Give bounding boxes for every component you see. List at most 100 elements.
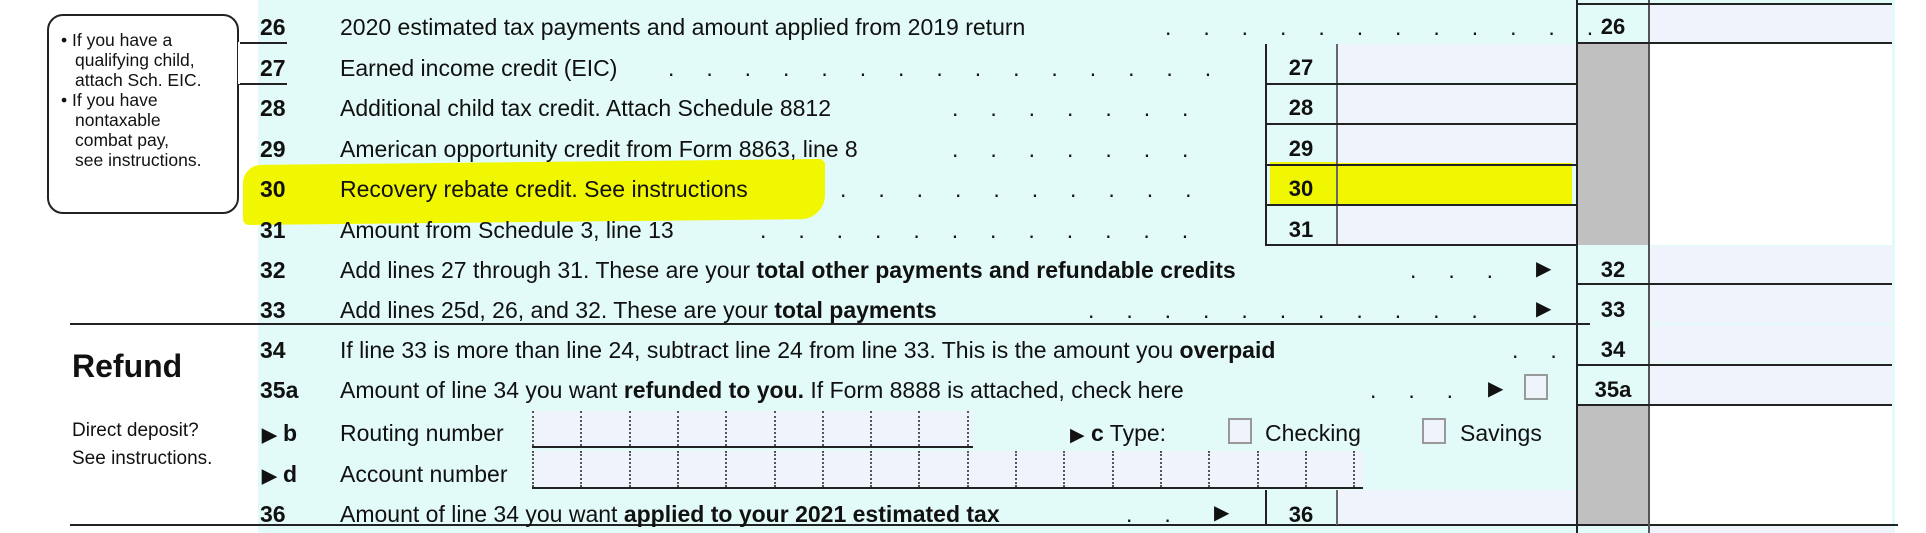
box-border — [1265, 244, 1577, 246]
arrow-icon: ▶ — [1214, 502, 1230, 524]
line-28-amount-field[interactable] — [1338, 85, 1576, 123]
digit-divider — [1256, 451, 1259, 487]
callout-text: • If you have a — [61, 30, 173, 50]
line-31-text: Amount from Schedule 3, line 13 — [340, 217, 674, 243]
box-border — [1265, 123, 1577, 125]
line-27-amount-field[interactable] — [1338, 44, 1576, 82]
account-number-field[interactable] — [532, 451, 1363, 488]
leader-dots: . . — [1126, 501, 1171, 527]
digit-divider — [725, 411, 728, 446]
line-number: 28 — [260, 95, 286, 121]
refund-section-title: Refund — [72, 348, 183, 384]
form-8888-checkbox[interactable] — [1524, 374, 1548, 400]
digit-divider — [1304, 451, 1307, 487]
box-label: 34 — [1600, 337, 1626, 362]
account-number-label: Account number — [340, 461, 508, 487]
arrow-icon: ▶ — [1488, 378, 1504, 400]
line-number: 26 — [260, 14, 286, 40]
checking-checkbox[interactable] — [1228, 418, 1252, 444]
arrow-icon: ▶ — [1536, 258, 1552, 280]
callout-text: • If you have — [61, 90, 158, 110]
line-35a-text-post: If Form 8888 is attached, check here — [804, 377, 1184, 403]
see-instructions-label: See instructions. — [72, 448, 213, 469]
box-label: 26 — [1600, 14, 1626, 39]
digit-divider — [870, 451, 873, 487]
digit-divider — [821, 451, 824, 487]
blank-cell — [1650, 44, 1892, 245]
line-35a-amount-field[interactable] — [1650, 366, 1892, 404]
type-label: Type: — [1109, 420, 1167, 446]
callout-text: combat pay, — [75, 130, 170, 150]
digit-divider — [532, 411, 534, 446]
line-35c-letter: c — [1091, 420, 1104, 446]
box-label: 27 — [1288, 55, 1314, 80]
box-label: 31 — [1288, 217, 1314, 242]
routing-underline — [532, 446, 973, 448]
box-label: 30 — [1288, 176, 1314, 201]
line-number: ▶ d — [262, 461, 298, 487]
leader-dots: . . — [1512, 337, 1557, 363]
digit-divider — [918, 411, 921, 446]
digit-divider — [1159, 451, 1162, 487]
shaded-cell — [1578, 44, 1648, 245]
account-type-group: ▶ c Type: — [1070, 420, 1167, 446]
digit-divider — [1015, 451, 1017, 487]
box-label: 29 — [1288, 136, 1314, 161]
digit-divider — [676, 411, 679, 446]
inner-box-left-border — [1265, 44, 1267, 246]
box-label: 33 — [1600, 297, 1626, 322]
arrow-icon: ▶ — [1536, 298, 1552, 320]
leader-dots: . . . . . . . . . . — [840, 176, 1192, 202]
line-26-amount-field[interactable] — [1650, 5, 1892, 42]
digit-divider — [966, 411, 969, 446]
line-34-amount-field[interactable] — [1650, 325, 1892, 363]
line-29-amount-field[interactable] — [1338, 125, 1576, 163]
line-30-text: Recovery rebate credit. See instructions — [340, 176, 748, 202]
digit-divider — [676, 451, 679, 487]
line-number: 30 — [260, 176, 286, 202]
savings-checkbox[interactable] — [1422, 418, 1446, 444]
line-33-text: Add lines 25d, 26, and 32. These are you… — [340, 297, 937, 324]
box-label: 28 — [1288, 95, 1314, 120]
line-number: ▶ b — [262, 420, 298, 446]
box-label: 35a — [1594, 377, 1632, 402]
digit-divider — [1353, 451, 1356, 487]
savings-label: Savings — [1460, 420, 1542, 446]
leader-dots: . . . . . . . . . . . . — [760, 217, 1189, 243]
line-33-amount-field[interactable] — [1650, 285, 1892, 323]
line-33-text-bold: total payments — [774, 297, 937, 323]
digit-divider — [580, 451, 583, 487]
digit-divider — [773, 411, 776, 446]
box-border — [1265, 204, 1577, 206]
shaded-cell — [1578, 406, 1648, 524]
callout-text: attach Sch. EIC. — [75, 70, 202, 90]
leader-dots: . . . — [1410, 257, 1494, 283]
line-32-text-bold: total other payments and refundable cred… — [756, 257, 1236, 283]
line-31-amount-field[interactable] — [1338, 206, 1576, 244]
line-34-text: If line 33 is more than line 24, subtrac… — [340, 337, 1275, 364]
line-35b-letter: b — [283, 420, 298, 446]
line-33-text-pre: Add lines 25d, 26, and 32. These are you… — [340, 297, 775, 323]
digit-divider — [725, 451, 728, 487]
digit-divider — [628, 451, 631, 487]
line-number: 36 — [260, 501, 286, 527]
callout-connector — [239, 42, 287, 44]
routing-number-label: Routing number — [340, 420, 504, 446]
line-30-amount-field[interactable] — [1338, 166, 1570, 204]
leader-dots: . . . — [1370, 377, 1454, 403]
leader-dots: . . . . . . . . . . . — [1088, 297, 1478, 323]
callout-text: qualifying child, — [75, 50, 195, 70]
digit-divider — [870, 411, 873, 446]
blank-cell — [1650, 406, 1892, 524]
routing-number-field[interactable] — [532, 411, 973, 447]
line-32-amount-field[interactable] — [1650, 246, 1892, 283]
leader-dots: . . . . . . . . . . . . . . . — [668, 55, 1212, 81]
digit-divider — [966, 451, 969, 487]
line-28-text: Additional child tax credit. Attach Sche… — [340, 95, 831, 121]
line-35a-text: Amount of line 34 you want refunded to y… — [340, 377, 1184, 404]
box-border — [1265, 490, 1267, 525]
line-36-amount-field[interactable] — [1338, 490, 1576, 524]
callout-text: see instructions. — [75, 150, 202, 170]
line-number: 32 — [260, 257, 286, 283]
line-26-text: 2020 estimated tax payments and amount a… — [340, 14, 1026, 40]
